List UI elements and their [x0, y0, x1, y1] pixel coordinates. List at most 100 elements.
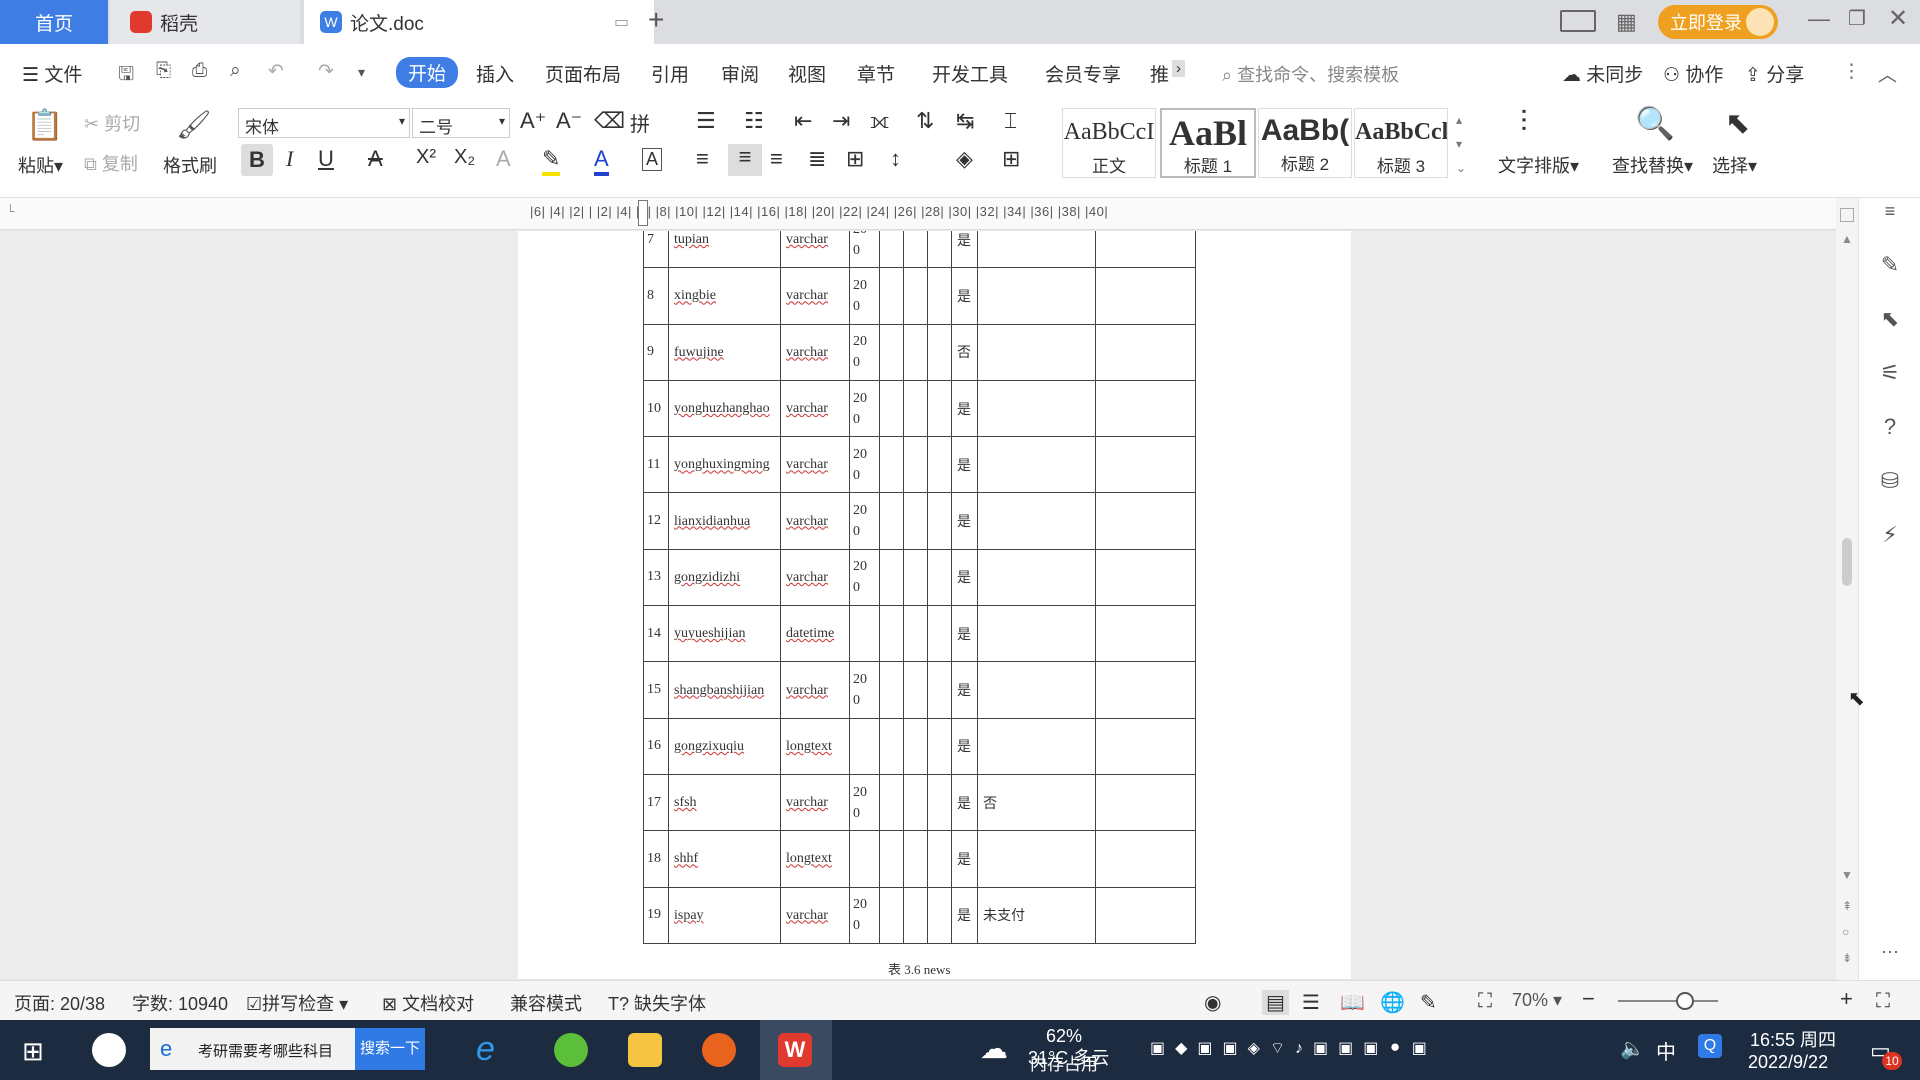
- indent-marker[interactable]: [638, 200, 648, 226]
- tab-view[interactable]: 视图: [788, 60, 826, 87]
- print-icon[interactable]: ⎙: [192, 60, 207, 82]
- tab-recommend[interactable]: 推: [1150, 60, 1169, 87]
- numbered-list-icon[interactable]: ☷: [744, 108, 764, 134]
- empty-cell[interactable]: [903, 605, 928, 663]
- style-heading-3[interactable]: AaBbCcl 标题 3: [1354, 108, 1448, 178]
- nullable-cell[interactable]: 是: [951, 267, 978, 325]
- description-cell[interactable]: 否: [977, 773, 1096, 832]
- field-length-cell[interactable]: [849, 717, 880, 775]
- row-number-cell[interactable]: 12: [643, 492, 669, 550]
- remark-cell[interactable]: [1095, 379, 1196, 438]
- file-explorer-icon[interactable]: [628, 1033, 662, 1067]
- style-heading-2[interactable]: AaBb(标题 2: [1258, 108, 1352, 178]
- ie-browser-icon[interactable]: e: [476, 1030, 495, 1069]
- system-tray-icons[interactable]: ▣◆▣▣◈⌔♪▣▣▣⚫▣: [1150, 1038, 1437, 1058]
- clock-date[interactable]: 2022/9/22: [1748, 1052, 1828, 1073]
- description-cell[interactable]: [977, 605, 1096, 663]
- select-cursor-icon[interactable]: ⬉: [1725, 106, 1750, 141]
- align-center-icon[interactable]: ≡: [728, 144, 762, 176]
- nullable-cell[interactable]: 是: [951, 717, 978, 775]
- field-type-cell[interactable]: varchar: [780, 231, 850, 269]
- description-cell[interactable]: [977, 323, 1096, 381]
- empty-cell[interactable]: [903, 717, 928, 775]
- remark-cell[interactable]: [1095, 231, 1196, 269]
- lightning-icon[interactable]: ⚡: [1877, 522, 1903, 548]
- empty-cell[interactable]: [903, 886, 928, 944]
- read-mode-icon[interactable]: 📖: [1340, 990, 1365, 1015]
- remark-cell[interactable]: [1095, 267, 1196, 325]
- tab-start[interactable]: 开始: [396, 57, 459, 88]
- save-icon[interactable]: 🖫: [118, 60, 134, 92]
- field-length-cell[interactable]: [849, 605, 880, 663]
- row-number-cell[interactable]: 10: [643, 379, 669, 438]
- fit-page-icon[interactable]: ⛶: [1478, 990, 1492, 1013]
- page-view-icon[interactable]: ▤: [1262, 990, 1289, 1015]
- monitor-icon[interactable]: ▭: [614, 12, 629, 32]
- zoom-in-button[interactable]: +: [1840, 986, 1853, 1012]
- description-cell[interactable]: [977, 436, 1096, 494]
- field-length-cell[interactable]: 200: [849, 267, 880, 325]
- clock-time[interactable]: 16:55 周四: [1750, 1026, 1836, 1052]
- taskbar-search[interactable]: e 考研需要考哪些科目: [150, 1028, 355, 1070]
- field-length-cell[interactable]: 200: [849, 661, 880, 719]
- empty-cell[interactable]: [903, 231, 928, 269]
- field-type-cell[interactable]: varchar: [780, 267, 850, 325]
- more-options-icon[interactable]: ⋮: [1842, 60, 1861, 83]
- field-type-cell[interactable]: varchar: [780, 436, 850, 494]
- remark-cell[interactable]: [1095, 605, 1196, 663]
- scroll-down-icon[interactable]: ▼: [1841, 868, 1853, 882]
- empty-cell[interactable]: [879, 231, 904, 269]
- remark-cell[interactable]: [1095, 717, 1196, 775]
- empty-cell[interactable]: [927, 492, 952, 550]
- description-cell[interactable]: 未支付: [977, 886, 1096, 944]
- page-indicator[interactable]: 页面: 20/38: [14, 990, 105, 1016]
- field-type-cell[interactable]: longtext: [780, 830, 850, 888]
- field-name-cell[interactable]: gongzixuqiu: [668, 717, 781, 775]
- text-layout-button[interactable]: 文字排版▾: [1498, 152, 1579, 178]
- italic-button[interactable]: I: [286, 146, 293, 172]
- outline-view-icon[interactable]: ☰: [1302, 990, 1320, 1015]
- scroll-thumb[interactable]: [1842, 538, 1852, 586]
- share-button[interactable]: ⇪ 分享: [1745, 60, 1804, 87]
- field-name-cell[interactable]: xingbie: [668, 267, 781, 325]
- nullable-cell[interactable]: 是: [951, 605, 978, 663]
- row-number-cell[interactable]: 9: [643, 323, 669, 381]
- text-layout-icon[interactable]: ⫶: [1520, 106, 1528, 140]
- nullable-cell[interactable]: 是: [951, 661, 978, 719]
- empty-cell[interactable]: [903, 773, 928, 832]
- login-button[interactable]: 立即登录: [1658, 5, 1778, 39]
- nullable-cell[interactable]: 是: [951, 436, 978, 494]
- missing-font-button[interactable]: T? 缺失字体: [608, 990, 706, 1016]
- field-length-cell[interactable]: 200: [849, 886, 880, 944]
- new-tab-button[interactable]: +: [648, 4, 664, 36]
- paste-icon[interactable]: 📋: [26, 108, 63, 143]
- write-mode-icon[interactable]: ✎: [1420, 990, 1437, 1015]
- justify-icon[interactable]: ≣: [808, 146, 826, 172]
- nullable-cell[interactable]: 否: [951, 323, 978, 381]
- tab-home[interactable]: 首页: [0, 0, 108, 44]
- field-name-cell[interactable]: tupian: [668, 231, 781, 269]
- close-button[interactable]: ✕: [1888, 4, 1908, 33]
- spell-check-button[interactable]: ☑拼写检查 ▾: [246, 990, 348, 1016]
- empty-cell[interactable]: [903, 267, 928, 325]
- format-painter-icon[interactable]: 🖌: [176, 108, 212, 141]
- empty-cell[interactable]: [879, 773, 904, 832]
- web-view-icon[interactable]: 🌐: [1380, 990, 1405, 1015]
- grow-font-icon[interactable]: A⁺: [520, 108, 546, 134]
- indent-icon[interactable]: ⇥: [832, 108, 850, 134]
- sort-icon[interactable]: ⇅: [916, 108, 934, 134]
- text-direction-icon[interactable]: ↹: [956, 108, 974, 134]
- char-border-button[interactable]: A: [642, 148, 663, 171]
- print-preview-icon[interactable]: ⌕: [230, 60, 241, 82]
- sync-status[interactable]: ☁ 未同步: [1562, 60, 1643, 87]
- row-number-cell[interactable]: 7: [643, 231, 669, 269]
- field-length-cell[interactable]: [849, 830, 880, 888]
- row-number-cell[interactable]: 18: [643, 830, 669, 888]
- empty-cell[interactable]: [927, 267, 952, 325]
- empty-cell[interactable]: [927, 661, 952, 719]
- empty-cell[interactable]: [927, 231, 952, 269]
- split-view-icon[interactable]: [1840, 208, 1854, 222]
- zoom-out-button[interactable]: −: [1582, 986, 1595, 1012]
- row-number-cell[interactable]: 19: [643, 886, 669, 944]
- nullable-cell[interactable]: 是: [951, 773, 978, 832]
